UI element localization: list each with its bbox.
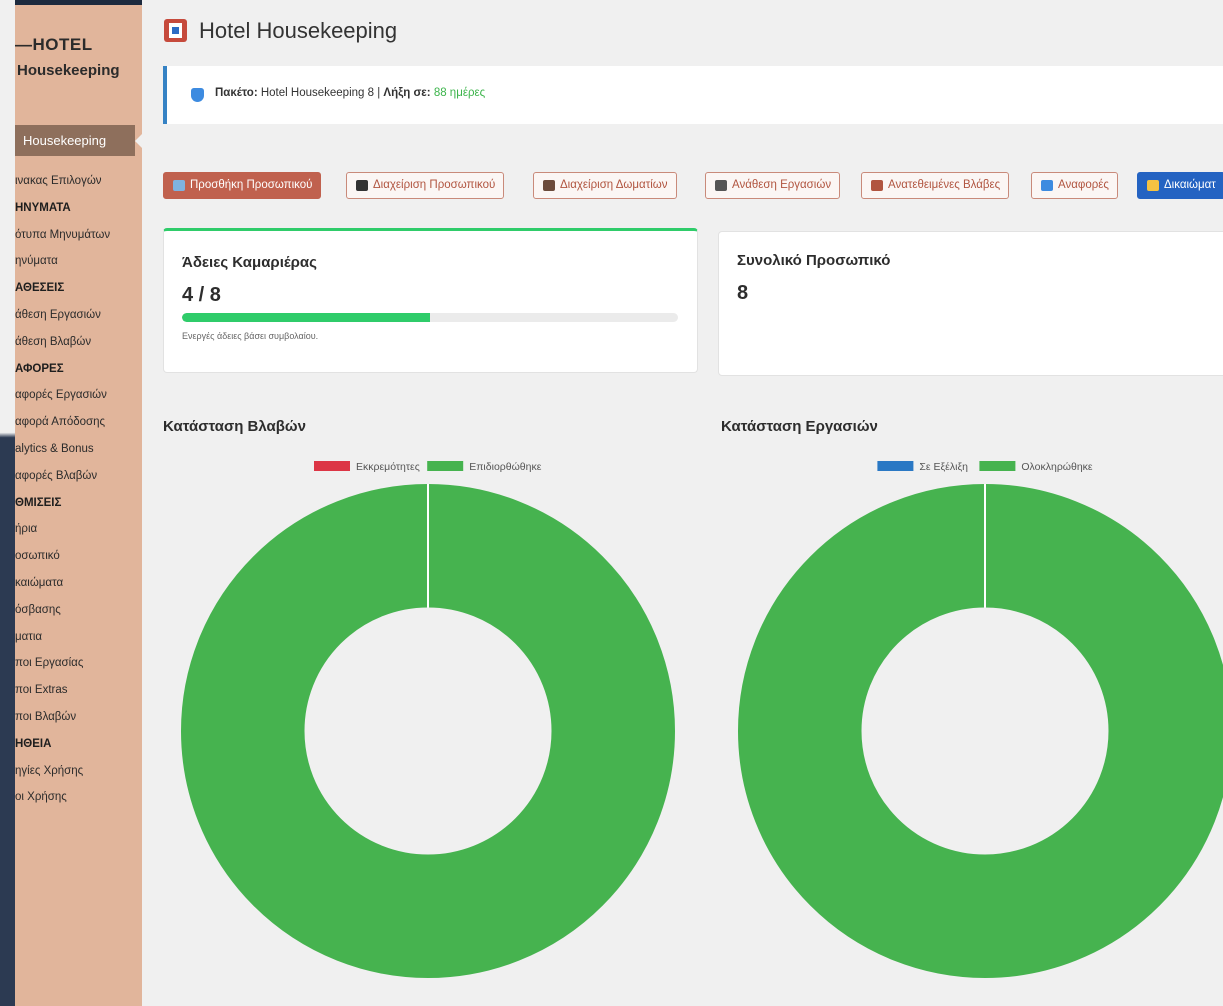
assigned-damages-button[interactable]: Ανατεθειμένες Βλάβες (861, 172, 1010, 199)
legend-swatch (877, 461, 914, 471)
button-label: Προσθήκη Προσωπικού (190, 179, 313, 191)
sidebar-section-heading: ΘΜΙΣΕΙΣ (15, 496, 62, 509)
license-text: Πακέτο: Hotel Housekeeping 8 | Λήξη σε: … (215, 87, 485, 99)
key-icon (1147, 180, 1159, 191)
report-icon (1041, 180, 1053, 191)
sidebar-section-heading: ΑΦΟΡΕΣ (15, 362, 64, 375)
sidebar-item[interactable]: ηγίες Χρήσης (15, 761, 83, 781)
card-value: 8 (737, 282, 749, 304)
tasks-donut-chart: Σε Εξέλιξη Ολοκληρώθηκε (738, 461, 1223, 978)
sidebar-item[interactable]: ότυπα Μηνυμάτων (15, 225, 110, 245)
button-label: Αναφορές (1058, 179, 1109, 191)
legend-label[interactable]: Ολοκληρώθηκε (1021, 461, 1093, 473)
license-notice: Πακέτο: Hotel Housekeeping 8 | Λήξη σε: … (163, 66, 1223, 124)
access-rights-button[interactable]: Δικαιώματ (1137, 172, 1223, 199)
sidebar-item-housekeeping[interactable]: Housekeeping (15, 125, 142, 156)
reports-button[interactable]: Αναφορές (1031, 172, 1118, 199)
chart-legend: Εκκρεμότητες Επιδιορθώθηκε (314, 461, 542, 473)
sidebar-item[interactable]: οι Χρήσης (15, 787, 67, 807)
legend-swatch (979, 461, 1016, 471)
sidebar-item[interactable]: ηνύματα (15, 251, 58, 271)
button-label: Διαχείριση Προσωπικού (373, 179, 496, 191)
chart-legend: Σε Εξέλιξη Ολοκληρώθηκε (877, 461, 1093, 473)
button-label: Ανατεθειμένες Βλάβες (888, 179, 1001, 191)
package-label: Πακέτο: (215, 87, 258, 99)
package-value: Hotel Housekeeping 8 | (260, 87, 381, 99)
card-title: Συνολικό Προσωπικό (737, 252, 891, 269)
sidebar-item[interactable]: ματια (15, 627, 42, 647)
clipboard-icon (715, 180, 727, 191)
button-label: Ανάθεση Εργασιών (732, 179, 832, 191)
card-note: Ενεργές άδειες βάσει συμβολαίου. (182, 331, 319, 341)
total-staff-card: Συνολικό Προσωπικό 8 (718, 231, 1223, 376)
users-icon (356, 180, 368, 191)
legend-label[interactable]: Επιδιορθώθηκε (469, 461, 542, 473)
legend-label[interactable]: Σε Εξέλιξη (919, 461, 968, 473)
window-edge (0, 0, 15, 1006)
sidebar: —HOTEL Housekeeping Housekeeping ινακας … (15, 5, 142, 1006)
main-content: Hotel Housekeeping Πακέτο: Hotel Houseke… (142, 0, 1223, 1006)
sidebar-section-heading: ΗΘΕΙΑ (15, 737, 52, 750)
plus-icon (173, 180, 185, 191)
button-label: Διαχείριση Δωματίων (560, 179, 668, 191)
permits-progress-bar (182, 313, 678, 322)
permits-progress-fill (182, 313, 430, 322)
sidebar-item[interactable]: alytics & Bonus (15, 439, 94, 459)
sidebar-item[interactable]: καιώματα (15, 573, 63, 593)
tools-icon (871, 180, 883, 191)
button-label: Δικαιώματ (1164, 179, 1216, 191)
legend-label[interactable]: Εκκρεμότητες (356, 461, 420, 473)
house-icon (543, 180, 555, 191)
sidebar-item[interactable]: ποι Βλαβών (15, 707, 76, 727)
manage-rooms-button[interactable]: Διαχείριση Δωματίων (533, 172, 677, 199)
sidebar-item[interactable]: οσωπικό (15, 546, 60, 566)
damages-chart-title: Κατάσταση Βλαβών (163, 418, 306, 435)
sidebar-section-heading: ΑΘΕΣΕΙΣ (15, 282, 65, 295)
damages-donut-chart: Εκκρεμότητες Επιδιορθώθηκε (181, 461, 675, 978)
sidebar-item[interactable]: ποι Εργασίας (15, 653, 83, 673)
card-title: Άδειες Καμαριέρας (182, 254, 317, 271)
add-staff-button[interactable]: Προσθήκη Προσωπικού (163, 172, 322, 199)
sidebar-item[interactable]: όσβασης (15, 600, 61, 620)
sidebar-section-heading: ΗΝΥΜΑΤΑ (15, 201, 71, 214)
hotel-icon (164, 19, 187, 42)
sidebar-item[interactable]: αφορά Απόδοσης (15, 412, 105, 432)
sidebar-item[interactable]: αφορές Εργασιών (15, 385, 107, 405)
legend-swatch (314, 461, 350, 471)
sidebar-item[interactable]: ποι Extras (15, 680, 68, 700)
page-title: Hotel Housekeeping (199, 18, 398, 43)
sidebar-item[interactable]: ινακας Επιλογών (15, 171, 102, 191)
sidebar-item[interactable]: άθεση Εργασιών (15, 305, 101, 325)
tasks-chart-title: Κατάσταση Εργασιών (721, 418, 878, 435)
legend-swatch (427, 461, 464, 471)
shield-icon (191, 88, 204, 102)
logo-line-housekeeping: Housekeeping (17, 62, 120, 79)
expiry-label: Λήξη σε: (383, 87, 431, 99)
card-value: 4 / 8 (182, 284, 221, 306)
logo-line-hotel: —HOTEL (15, 35, 93, 54)
sidebar-item[interactable]: ήρια (15, 519, 37, 539)
maid-permits-card: Άδειες Καμαριέρας 4 / 8 Ενεργές άδειες β… (163, 228, 698, 373)
sidebar-item[interactable]: αφορές Βλαβών (15, 466, 97, 486)
sidebar-item[interactable]: άθεση Βλαβών (15, 332, 91, 352)
manage-staff-button[interactable]: Διαχείριση Προσωπικού (346, 172, 505, 199)
expiry-value: 88 ημέρες (433, 87, 486, 99)
assign-tasks-button[interactable]: Ανάθεση Εργασιών (705, 172, 841, 199)
